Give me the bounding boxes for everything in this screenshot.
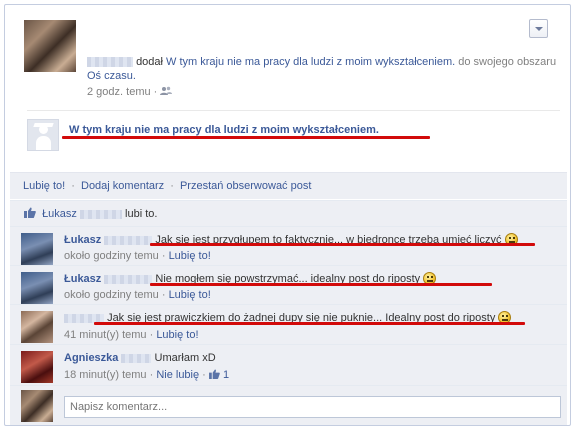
comment-time[interactable]: około godziny temu	[64, 289, 159, 301]
comment-like-count[interactable]: 1	[223, 369, 229, 381]
commenter-avatar[interactable]	[21, 311, 53, 343]
comment-body: Agnieszka Umarłam xD	[64, 351, 216, 366]
post-meta: 2 godz. temu ·	[87, 86, 173, 98]
comment-author-redacted[interactable]	[121, 353, 152, 363]
post-link-title[interactable]: W tym kraju nie ma pracy dla ludzi z moi…	[166, 56, 455, 68]
liker-surname-redacted[interactable]	[79, 209, 122, 219]
annotation-underline	[150, 283, 492, 286]
post-rest-text: do swojego obszaru	[455, 56, 557, 68]
author-name-redacted[interactable]	[87, 57, 133, 68]
friends-icon[interactable]	[160, 86, 173, 96]
comment-meta: około godziny temu · Lubię to!	[64, 250, 211, 262]
likes-suffix: lubi to.	[125, 208, 158, 220]
annotation-underline	[94, 322, 525, 325]
comment-composer	[10, 385, 567, 425]
viewer-avatar	[21, 390, 53, 422]
post-verb: dodał	[136, 56, 163, 68]
add-comment-button[interactable]: Dodaj komentarz	[81, 180, 164, 192]
commenter-avatar[interactable]	[21, 233, 53, 265]
comment-time[interactable]: około godziny temu	[64, 250, 159, 262]
comment-meta: około godziny temu · Lubię to!	[64, 289, 211, 301]
comment-text: Umarłam xD	[154, 352, 216, 364]
chevron-down-icon	[535, 27, 543, 31]
comment-like-button[interactable]: Lubię to!	[169, 250, 211, 262]
post-options-dropdown[interactable]	[529, 19, 548, 38]
comment-time[interactable]: 41 minut(y) temu	[64, 329, 147, 341]
thumbs-up-icon[interactable]	[208, 369, 220, 379]
comment-time[interactable]: 18 minut(y) temu	[64, 369, 147, 381]
unfollow-button[interactable]: Przestań obserwować post	[180, 180, 311, 192]
like-button[interactable]: Lubię to!	[23, 180, 65, 192]
comment-author-redacted[interactable]	[104, 274, 153, 284]
graduate-icon	[27, 119, 59, 151]
divider	[27, 110, 560, 111]
comment-input[interactable]	[64, 396, 561, 418]
annotation-underline	[62, 136, 430, 139]
thumbs-up-icon	[24, 207, 36, 218]
post-time[interactable]: 2 godz. temu	[87, 86, 151, 98]
likes-summary: Łukasz lubi to.	[10, 200, 567, 226]
comment-unlike-button[interactable]: Nie lubię	[156, 369, 199, 381]
timeline-link[interactable]: Oś czasu.	[87, 70, 136, 82]
comment-author[interactable]: Agnieszka	[64, 352, 118, 364]
annotation-underline	[150, 243, 535, 246]
comment-meta: 18 minut(y) temu · Nie lubię · 1	[64, 369, 230, 381]
post-actions: Lubię to! · Dodaj komentarz · Przestań o…	[10, 172, 567, 199]
comment-author[interactable]: Łukasz	[64, 273, 101, 285]
meta-separator: ·	[153, 86, 158, 98]
author-avatar[interactable]	[24, 20, 76, 72]
commenter-avatar[interactable]	[21, 272, 53, 304]
comment-author-redacted[interactable]	[104, 235, 153, 245]
post-card: dodał W tym kraju nie ma pracy dla ludzi…	[4, 4, 571, 426]
comment-like-button[interactable]: Lubię to!	[156, 329, 198, 341]
comment-author[interactable]: Łukasz	[64, 234, 101, 246]
commenter-avatar[interactable]	[21, 351, 53, 383]
comment-meta: 41 minut(y) temu · Lubię to!	[64, 329, 199, 341]
comment-item: Agnieszka Umarłam xD 18 minut(y) temu · …	[10, 344, 567, 385]
post-header: dodał W tym kraju nie ma pracy dla ludzi…	[87, 55, 557, 83]
liker-name[interactable]: Łukasz	[42, 208, 77, 220]
action-separator: ·	[71, 180, 75, 192]
shared-title[interactable]: W tym kraju nie ma pracy dla ludzi z moi…	[69, 124, 379, 136]
shared-attachment[interactable]: W tym kraju nie ma pracy dla ludzi z moi…	[27, 119, 560, 151]
comment-like-button[interactable]: Lubię to!	[169, 289, 211, 301]
action-separator: ·	[170, 180, 174, 192]
